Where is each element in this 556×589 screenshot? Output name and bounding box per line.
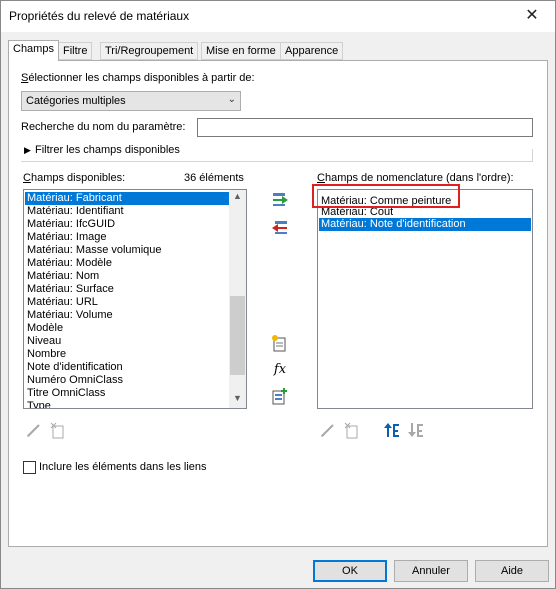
new-parameter-icon	[272, 335, 286, 352]
calculated-value-icon: fx	[273, 362, 287, 377]
filter-available-toggle[interactable]: ▶ Filtrer les champs disponibles	[21, 144, 533, 161]
new-parameter-button[interactable]	[271, 334, 289, 352]
tab-champs[interactable]: Champs	[8, 40, 59, 61]
expand-triangle-icon: ▶	[24, 145, 31, 155]
list-item[interactable]: Note d'identification	[25, 361, 230, 374]
calculated-value-button[interactable]: fx	[271, 361, 289, 379]
list-item[interactable]: Matériau: Identifiant	[25, 205, 230, 218]
list-item[interactable]: Numéro OmniClass	[25, 374, 230, 387]
delete-icon	[344, 422, 358, 439]
param-search-label: Recherche du nom du paramètre:	[21, 121, 186, 133]
list-item[interactable]: Titre OmniClass	[25, 387, 230, 400]
combine-parameters-icon	[272, 388, 287, 405]
category-select[interactable]: Catégories multiples ⌄	[21, 91, 241, 111]
tab-filtre[interactable]: Filtre	[58, 42, 93, 60]
tab-apparence[interactable]: Apparence	[280, 42, 344, 60]
list-item[interactable]: Matériau: Masse volumique	[25, 244, 230, 257]
cancel-button[interactable]: Annuler	[394, 560, 468, 582]
scroll-down-icon[interactable]: ▼	[229, 393, 246, 407]
list-item[interactable]: Matériau: Surface	[25, 283, 230, 296]
list-item[interactable]: Matériau: Image	[25, 231, 230, 244]
window-title: Propriétés du relevé de matériaux	[9, 9, 190, 23]
source-label: Sélectionner les champs disponibles à pa…	[21, 72, 255, 84]
edit-schedule-button[interactable]	[319, 421, 337, 439]
delete-available-button[interactable]	[49, 421, 67, 439]
tab-mise-en-forme[interactable]: Mise en forme	[201, 42, 281, 60]
include-links-checkbox[interactable]	[23, 461, 36, 474]
available-fields-label: Champs disponibles:	[23, 172, 126, 184]
move-down-icon	[408, 423, 423, 437]
param-search-input[interactable]	[197, 118, 533, 137]
title-bar: Propriétés du relevé de matériaux ✕	[1, 1, 555, 32]
list-item[interactable]: Nombre	[25, 348, 230, 361]
list-item[interactable]: Matériau: Nom	[25, 270, 230, 283]
filter-divider	[21, 161, 533, 162]
add-field-icon	[273, 193, 288, 206]
list-item[interactable]: Type	[25, 400, 230, 408]
chevron-down-icon: ⌄	[227, 94, 236, 105]
schedule-fields-list[interactable]: Matériau: Comme peinture Matériau: Coût …	[317, 189, 533, 409]
available-count: 36 éléments	[184, 172, 244, 184]
edit-icon	[321, 424, 334, 437]
available-list-scrollbar[interactable]: ▲ ▼	[229, 190, 246, 408]
filter-divider-end	[532, 149, 533, 162]
help-button[interactable]: Aide	[475, 560, 549, 582]
edit-icon	[27, 424, 40, 437]
ok-button[interactable]: OK	[313, 560, 387, 582]
list-item[interactable]: Matériau: URL	[25, 296, 230, 309]
move-up-icon	[384, 423, 399, 437]
annotation-highlight-box	[312, 184, 460, 208]
list-item[interactable]: Matériau: Fabricant	[25, 192, 230, 205]
list-item[interactable]: Niveau	[25, 335, 230, 348]
list-item[interactable]: Matériau: IfcGUID	[25, 218, 230, 231]
remove-field-icon	[272, 221, 287, 234]
include-links-label: Inclure les éléments dans les liens	[39, 461, 207, 473]
filter-available-label: Filtrer les champs disponibles	[35, 144, 180, 156]
available-fields-list[interactable]: Matériau: Fabricant Matériau: Identifian…	[23, 189, 247, 409]
scroll-up-icon[interactable]: ▲	[229, 191, 246, 205]
list-item[interactable]: Matériau: Note d'identification	[319, 218, 531, 231]
delete-icon	[50, 422, 64, 439]
add-field-button[interactable]	[271, 191, 289, 209]
remove-field-button[interactable]	[271, 219, 289, 237]
delete-schedule-button[interactable]	[343, 421, 361, 439]
list-item[interactable]: Modèle	[25, 322, 230, 335]
edit-available-button[interactable]	[25, 421, 43, 439]
category-select-value: Catégories multiples	[26, 95, 126, 107]
tab-tri-regroupement[interactable]: Tri/Regroupement	[100, 42, 199, 60]
list-item[interactable]: Matériau: Modèle	[25, 257, 230, 270]
scroll-thumb[interactable]	[230, 296, 245, 375]
combine-parameters-button[interactable]	[271, 387, 289, 405]
dialog-window: Propriétés du relevé de matériaux ✕ Cham…	[0, 0, 556, 589]
move-down-button[interactable]	[407, 421, 425, 439]
move-up-button[interactable]	[383, 421, 401, 439]
close-icon[interactable]: ✕	[509, 1, 555, 32]
schedule-fields-label: Champs de nomenclature (dans l'ordre):	[317, 172, 514, 184]
list-item[interactable]: Matériau: Volume	[25, 309, 230, 322]
